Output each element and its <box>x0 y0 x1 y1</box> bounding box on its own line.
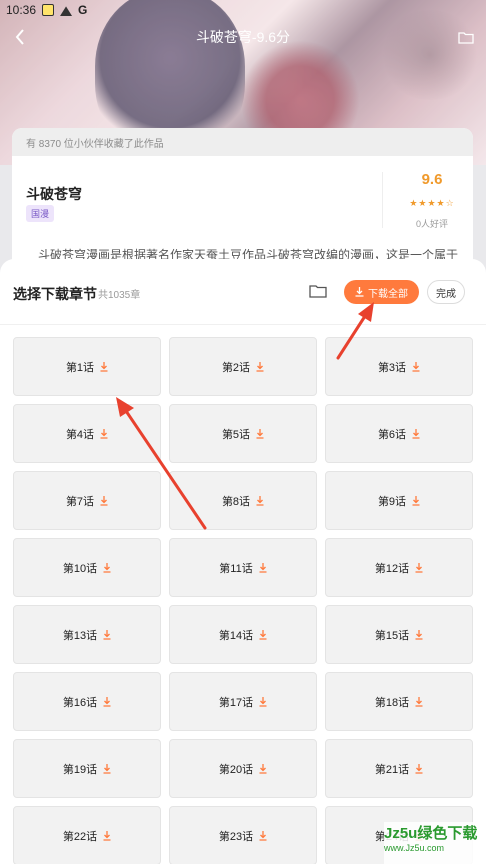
download-icon <box>103 629 111 640</box>
chapter-item[interactable]: 第15话 <box>325 605 473 664</box>
download-icon <box>100 361 108 372</box>
signal-icon <box>60 6 73 16</box>
top-bar: 斗破苍穹-9.6分 <box>0 20 486 54</box>
chapter-item[interactable]: 第10话 <box>13 538 161 597</box>
chapter-item[interactable]: 第1话 <box>13 337 161 396</box>
download-icon <box>259 830 267 841</box>
chapter-label: 第18话 <box>374 696 410 709</box>
rating-stars: ★★★★☆ <box>409 198 455 208</box>
download-icon <box>100 428 108 439</box>
chapter-item[interactable]: 第23话 <box>169 806 317 864</box>
download-icon <box>256 361 264 372</box>
chapter-item[interactable]: 第3话 <box>325 337 473 396</box>
watermark-logo: Jz5u绿色下载 www.Jz5u.com <box>384 822 486 864</box>
download-icon <box>103 763 111 774</box>
chapter-item[interactable]: 第20话 <box>169 739 317 798</box>
download-icon <box>103 830 111 841</box>
comic-title: 斗破苍穹 <box>26 186 82 202</box>
chapter-label: 第7话 <box>65 495 95 508</box>
chapter-label: 第11话 <box>219 562 253 575</box>
download-icon <box>259 629 267 640</box>
chapter-item[interactable]: 第8话 <box>169 471 317 530</box>
app-notification-icon <box>42 4 55 16</box>
chapter-grid: 第1话 第2话 第3话第4话 第5话 第6话第7话 第8话 第9话第10话 第11话 第12话第… <box>13 337 473 864</box>
status-time: 10:36 <box>6 3 37 17</box>
download-icon <box>259 562 267 573</box>
chapter-item[interactable]: 第19话 <box>13 739 161 798</box>
download-icon <box>256 495 264 506</box>
page-title: 斗破苍穹-9.6分 <box>195 29 291 45</box>
chapter-item[interactable]: 第18话 <box>325 672 473 731</box>
download-icon <box>256 428 264 439</box>
back-chevron-icon[interactable] <box>0 20 40 54</box>
chapter-label: 第14话 <box>218 629 254 642</box>
chapter-item[interactable]: 第12话 <box>325 538 473 597</box>
chapter-item[interactable]: 第22话 <box>13 806 161 864</box>
chapter-item[interactable]: 第6话 <box>325 404 473 463</box>
folder-icon[interactable] <box>306 281 330 301</box>
chapter-label: 第21话 <box>374 763 410 776</box>
google-icon: G <box>78 3 88 17</box>
chapter-label: 第1话 <box>65 361 95 374</box>
chapter-label: 第3话 <box>377 361 407 374</box>
chapter-item[interactable]: 第14话 <box>169 605 317 664</box>
download-icon <box>415 696 423 707</box>
chapter-item[interactable]: 第9话 <box>325 471 473 530</box>
genre-tag[interactable]: 国漫 <box>26 205 55 222</box>
chapter-label: 第15话 <box>374 629 410 642</box>
chapter-label: 第22话 <box>62 830 98 843</box>
chapter-item[interactable]: 第4话 <box>13 404 161 463</box>
chapter-label: 第10话 <box>62 562 98 575</box>
divider <box>382 172 383 228</box>
folder-icon[interactable] <box>446 20 486 54</box>
download-icon <box>415 763 423 774</box>
chapter-item[interactable]: 第13话 <box>13 605 161 664</box>
download-sheet: 选择下载章节 共1035章 下载全部 完成 第1话 第2话 第3话第4话 第5话 第6话… <box>0 259 486 864</box>
download-icon <box>415 629 423 640</box>
chapter-item[interactable]: 第7话 <box>13 471 161 530</box>
sheet-title: 选择下载章节 <box>13 286 97 302</box>
chapter-label: 第5话 <box>221 428 251 441</box>
download-icon <box>103 696 111 707</box>
download-icon <box>355 287 364 297</box>
chapter-label: 第8话 <box>221 495 251 508</box>
chapter-label: 第12话 <box>374 562 410 575</box>
download-icon <box>259 696 267 707</box>
download-icon <box>259 763 267 774</box>
chapter-label: 第20话 <box>218 763 254 776</box>
chapter-item[interactable]: 第5话 <box>169 404 317 463</box>
sheet-header: 选择下载章节 共1035章 下载全部 完成 <box>0 259 486 325</box>
status-bar: 10:36 G <box>0 0 486 20</box>
chapter-item[interactable]: 第21话 <box>325 739 473 798</box>
done-button[interactable]: 完成 <box>427 280 465 304</box>
download-icon <box>412 361 420 372</box>
praise-count: 0人好评 <box>415 219 448 229</box>
chapter-label: 第16话 <box>62 696 98 709</box>
collect-count: 有 8370 位小伙伴收藏了此作品 <box>12 128 473 156</box>
watermark-url: www.Jz5u.com <box>384 843 445 853</box>
chapter-item[interactable]: 第2话 <box>169 337 317 396</box>
download-all-button[interactable]: 下载全部 <box>344 280 419 304</box>
chapter-item[interactable]: 第16话 <box>13 672 161 731</box>
chapter-label: 第2话 <box>221 361 251 374</box>
download-all-label: 下载全部 <box>368 288 408 300</box>
chapter-label: 第9话 <box>377 495 407 508</box>
chapter-label: 第6话 <box>377 428 407 441</box>
download-icon <box>415 562 423 573</box>
chapter-count: 共1035章 <box>98 290 141 301</box>
chapter-label: 第13话 <box>62 629 98 642</box>
chapter-label: 第19话 <box>62 763 98 776</box>
download-icon <box>100 495 108 506</box>
chapter-label: 第17话 <box>218 696 254 709</box>
download-icon <box>412 495 420 506</box>
chapter-item[interactable]: 第17话 <box>169 672 317 731</box>
watermark-main: Jz5u绿色下载 <box>384 825 478 842</box>
download-icon <box>103 562 111 573</box>
chapter-label: 第23话 <box>218 830 254 843</box>
chapter-label: 第4话 <box>65 428 95 441</box>
score-value: 9.6 <box>421 171 443 188</box>
download-icon <box>412 428 420 439</box>
chapter-item[interactable]: 第11话 <box>169 538 317 597</box>
